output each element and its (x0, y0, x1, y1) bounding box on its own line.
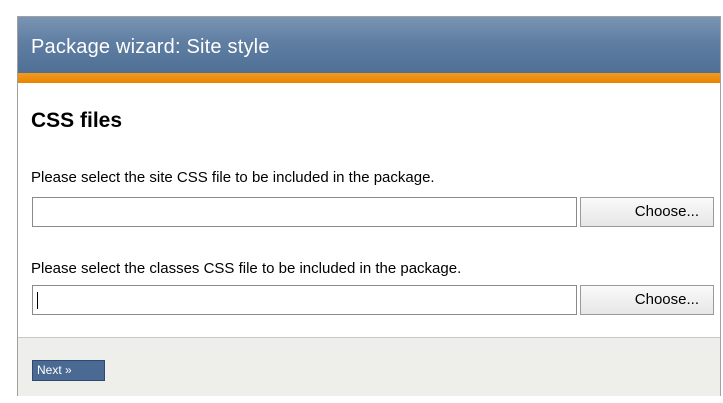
classes-css-file-input[interactable] (32, 285, 577, 315)
wizard-footer: Next » (18, 337, 720, 396)
site-css-file-input[interactable] (32, 197, 577, 227)
wizard-title: Package wizard: Site style (31, 36, 270, 58)
package-wizard-panel: Package wizard: Site style CSS files Ple… (17, 16, 721, 396)
accent-strip (18, 73, 720, 83)
wizard-title-bar: Package wizard: Site style (18, 17, 720, 73)
section-title: CSS files (31, 109, 123, 132)
next-button[interactable]: Next » (32, 360, 105, 381)
text-caret (37, 292, 38, 309)
site-css-prompt: Please select the site CSS file to be in… (31, 169, 435, 186)
site-css-choose-button[interactable]: Choose... (580, 197, 714, 227)
classes-css-choose-button[interactable]: Choose... (580, 285, 714, 315)
classes-css-prompt: Please select the classes CSS file to be… (31, 260, 462, 277)
